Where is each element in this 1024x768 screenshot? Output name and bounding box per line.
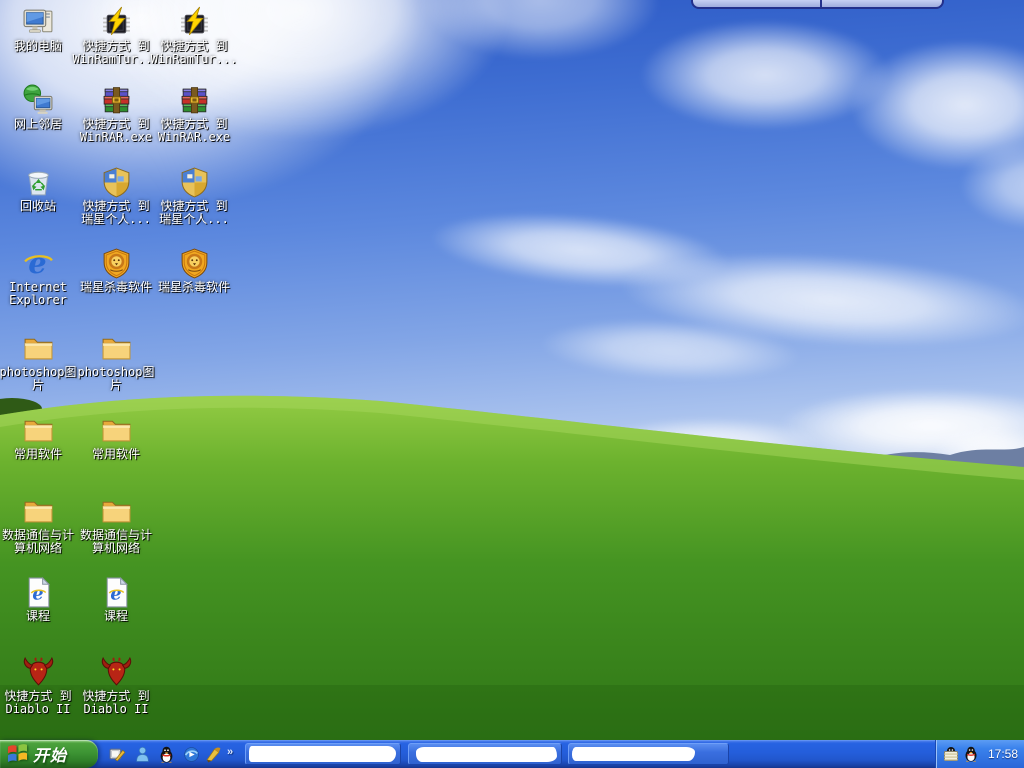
offscreen-window-divider — [820, 0, 822, 7]
paintbrush-icon[interactable] — [205, 746, 222, 763]
qq-icon[interactable] — [158, 746, 175, 763]
lion-shield-icon — [178, 247, 211, 280]
firewall-shield-icon — [178, 166, 211, 199]
folder-icon — [22, 414, 55, 447]
show-desktop-icon[interactable] — [109, 746, 126, 763]
ram-chip-icon — [100, 6, 133, 39]
ie-document-icon — [100, 576, 133, 609]
desktop-icon-label: 快捷方式 到 WinRAR.exe — [71, 118, 161, 144]
tray-clock[interactable]: 17:58 — [988, 747, 1018, 761]
desktop-icon-datacomm-folder-2[interactable]: 数据通信与计 算机网络 — [71, 495, 161, 555]
messenger-icon[interactable] — [134, 746, 151, 763]
network-places-icon — [22, 84, 55, 117]
windows-logo-icon — [7, 744, 28, 765]
desktop-icon-rising-antivirus-1[interactable]: 瑞星杀毒软件 — [71, 247, 161, 294]
recycle-bin-icon — [22, 166, 55, 199]
desktop-icon-photoshop-folder-2[interactable]: photoshop图 片 — [71, 332, 161, 392]
desktop-icon-diablo-shortcut-2[interactable]: 快捷方式 到 Diablo II — [71, 656, 161, 716]
ie-document-icon — [22, 576, 55, 609]
task-button-3[interactable] — [568, 743, 729, 765]
redacted-task-label — [249, 746, 396, 762]
start-button[interactable]: 开始 — [0, 740, 98, 768]
ram-chip-icon — [178, 6, 211, 39]
task-button-1[interactable] — [245, 743, 401, 765]
task-button-2[interactable] — [408, 743, 562, 765]
desktop-icon-label: 快捷方式 到 Diablo II — [71, 690, 161, 716]
desktop-icon-label: 课程 — [71, 610, 161, 623]
desktop-icon-courses-2[interactable]: 课程 — [71, 576, 161, 623]
winrar-books-icon — [178, 84, 211, 117]
desktop-icon-label: 瑞星杀毒软件 — [71, 281, 161, 294]
offscreen-window-edge[interactable] — [691, 0, 944, 9]
folder-icon — [100, 414, 133, 447]
desktop-icon-label: 常用软件 — [71, 448, 161, 461]
desktop-icon-common-software-folder-2[interactable]: 常用软件 — [71, 414, 161, 461]
desktop-icon-rising-firewall-shortcut-1[interactable]: 快捷方式 到 瑞星个人... — [71, 166, 161, 226]
desktop-icon-winramtur-shortcut-2[interactable]: 快捷方式 到 WinRamTur... — [149, 6, 239, 66]
start-label: 开始 — [33, 742, 67, 766]
folder-icon — [22, 332, 55, 365]
desktop-icon-label: 数据通信与计 算机网络 — [71, 529, 161, 555]
desktop-icon-label: 瑞星杀毒软件 — [149, 281, 239, 294]
desktop-icon-label: 快捷方式 到 WinRAR.exe — [149, 118, 239, 144]
desktop-icon-rising-firewall-shortcut-2[interactable]: 快捷方式 到 瑞星个人... — [149, 166, 239, 226]
desktop-icon-rising-antivirus-2[interactable]: 瑞星杀毒软件 — [149, 247, 239, 294]
desktop-icon-label: 快捷方式 到 瑞星个人... — [71, 200, 161, 226]
my-computer-icon — [22, 6, 55, 39]
lion-shield-icon — [100, 247, 133, 280]
diablo-demon-icon — [100, 656, 133, 689]
desktop-icon-winrar-shortcut-2[interactable]: 快捷方式 到 WinRAR.exe — [149, 84, 239, 144]
desktop-icon-label: 快捷方式 到 WinRamTur... — [71, 40, 161, 66]
quick-launch-overflow-chevron[interactable]: » — [227, 746, 233, 758]
system-tray: 17:58 — [936, 740, 1024, 768]
taskbar: 开始 » 17:58 — [0, 740, 1024, 768]
redacted-task-label — [572, 747, 695, 761]
qq-icon[interactable] — [963, 746, 979, 762]
desktop-icon-label: 快捷方式 到 瑞星个人... — [149, 200, 239, 226]
internet-explorer-icon — [22, 247, 55, 280]
diablo-demon-icon — [22, 656, 55, 689]
desktop-icon-label: photoshop图 片 — [71, 366, 161, 392]
desktop-icon-winrar-shortcut-1[interactable]: 快捷方式 到 WinRAR.exe — [71, 84, 161, 144]
desktop-icon-label: 快捷方式 到 WinRamTur... — [149, 40, 239, 66]
folder-icon — [100, 495, 133, 528]
folder-icon — [100, 332, 133, 365]
redacted-task-label — [416, 747, 557, 762]
desktop-screen: 我的电脑 快捷方式 到 WinRamTur... 快捷方式 到 WinRamTu… — [0, 0, 1024, 768]
winrar-books-icon — [100, 84, 133, 117]
firewall-shield-icon — [100, 166, 133, 199]
media-player-icon[interactable] — [183, 746, 200, 763]
desktop-icon-winramtur-shortcut-1[interactable]: 快捷方式 到 WinRamTur... — [71, 6, 161, 66]
folder-icon — [22, 495, 55, 528]
qq-invisible-icon[interactable] — [943, 746, 959, 762]
